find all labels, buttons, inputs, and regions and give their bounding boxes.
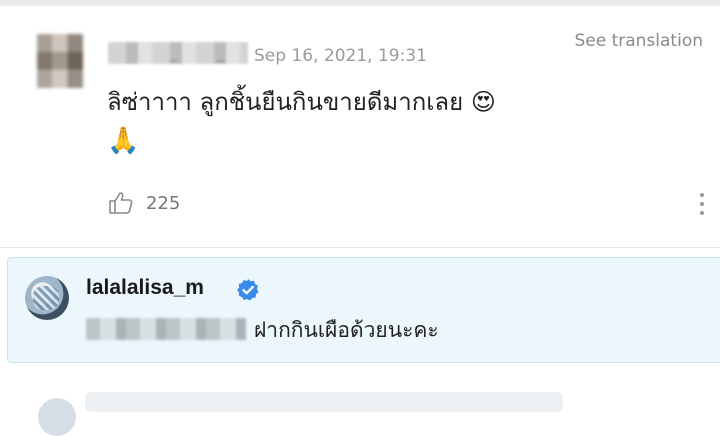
verified-badge-icon: [237, 279, 259, 301]
folded-hands-emoji: 🙏: [107, 126, 140, 156]
reply-username[interactable]: lalalalisa_m: [86, 276, 204, 300]
like-count: 225: [146, 192, 181, 214]
commenter-name-redacted: [108, 42, 248, 64]
reply-card: lalalalisa_m ฝากกินเผือด้วยนะคะ: [7, 257, 720, 363]
mention-redacted: [86, 318, 246, 340]
comment-timestamp: Sep 16, 2021, 19:31: [254, 46, 427, 66]
comment-card: Sep 16, 2021, 19:31 See translation ลิซ่…: [0, 6, 720, 248]
comment-body: ลิซ่าาาา ลูกชิ้นยืนกินขายดีมากเลย: [107, 88, 464, 116]
heart-eyes-emoji: 😍: [470, 88, 496, 116]
reply-text: ฝากกินเผือด้วยนะคะ: [254, 318, 439, 342]
thumbs-up-icon[interactable]: [108, 191, 134, 215]
like-row: 225: [108, 191, 180, 215]
reply-avatar[interactable]: [25, 276, 69, 320]
see-translation-link[interactable]: See translation: [574, 31, 703, 51]
avatar[interactable]: [37, 34, 83, 88]
next-comment-preview: [85, 392, 563, 412]
next-comment-avatar[interactable]: [38, 398, 76, 436]
divider: [0, 247, 720, 248]
comment-text: ลิซ่าาาา ลูกชิ้นยืนกินขายดีมากเลย 😍: [107, 86, 496, 118]
more-options-icon[interactable]: [698, 193, 706, 215]
